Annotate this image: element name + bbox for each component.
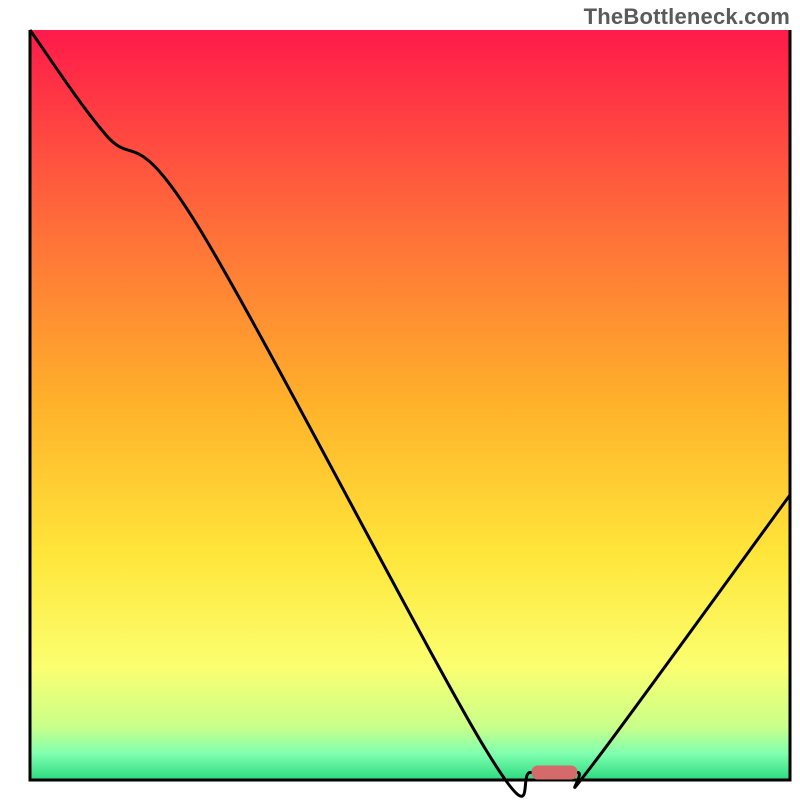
gradient-background <box>30 30 790 780</box>
chart-container: TheBottleneck.com <box>0 0 800 800</box>
plot-area <box>30 30 790 796</box>
bottleneck-chart <box>0 0 800 800</box>
optimum-marker <box>532 766 578 780</box>
